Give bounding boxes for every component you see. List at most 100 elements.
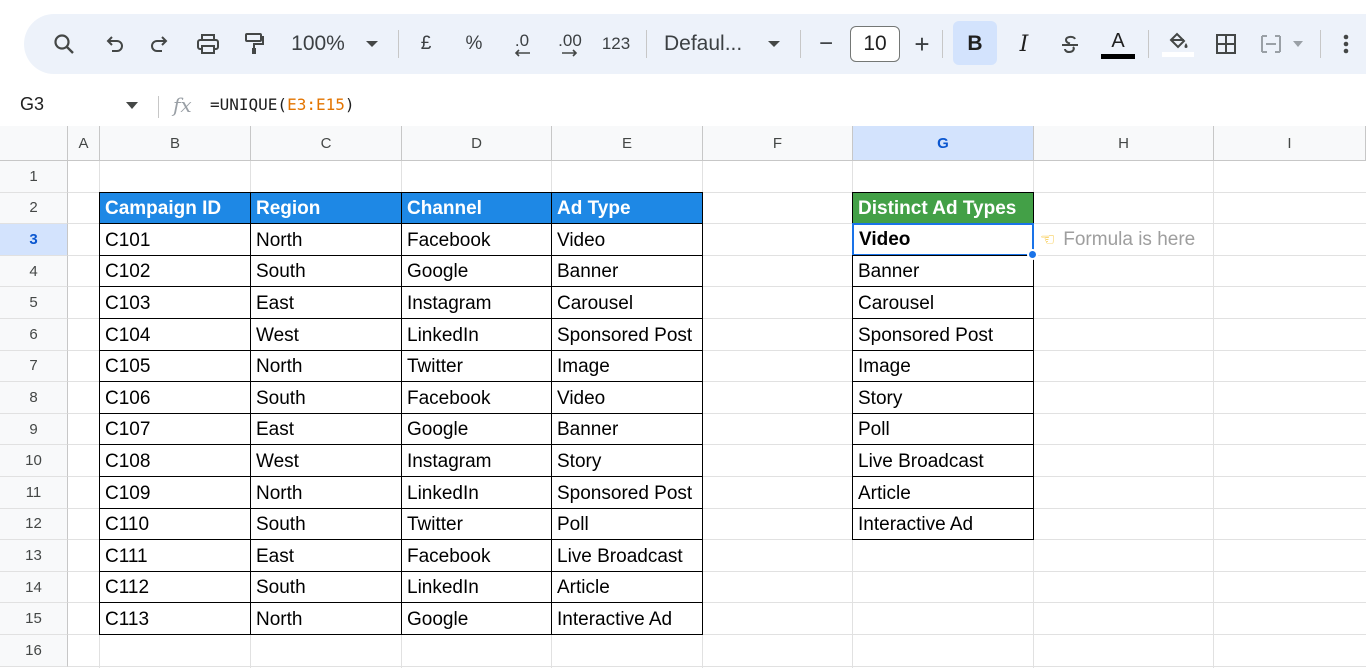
- paint-format-icon[interactable]: [236, 14, 272, 74]
- active-cell[interactable]: Video: [852, 223, 1034, 256]
- font-family-select[interactable]: Defaul...: [664, 14, 754, 74]
- table-cell[interactable]: Carousel: [551, 286, 703, 319]
- table-cell[interactable]: Google: [401, 602, 552, 635]
- italic-button[interactable]: I: [1006, 14, 1042, 74]
- table-cell[interactable]: West: [250, 318, 402, 351]
- font-size-input[interactable]: 10: [850, 26, 900, 62]
- result-cell[interactable]: Interactive Ad: [852, 507, 1034, 541]
- search-icon[interactable]: [46, 14, 82, 74]
- table-cell[interactable]: C104: [99, 318, 251, 351]
- table-cell[interactable]: Sponsored Post: [551, 318, 703, 351]
- row-header-9[interactable]: 9: [0, 413, 68, 446]
- result-cell[interactable]: Carousel: [852, 286, 1034, 319]
- column-header-f[interactable]: F: [703, 126, 853, 161]
- redo-icon[interactable]: [142, 14, 178, 74]
- result-cell[interactable]: Image: [852, 349, 1034, 383]
- table-cell[interactable]: Instagram: [401, 444, 552, 477]
- table-cell[interactable]: Twitter: [401, 507, 552, 541]
- row-header-1[interactable]: 1: [0, 161, 68, 193]
- column-header-e[interactable]: E: [552, 126, 703, 161]
- result-cell[interactable]: Sponsored Post: [852, 318, 1034, 351]
- chevron-down-icon[interactable]: [362, 14, 382, 74]
- fill-handle[interactable]: [1027, 248, 1038, 260]
- row-header-16[interactable]: 16: [0, 635, 68, 667]
- table-cell[interactable]: C107: [99, 412, 251, 446]
- table-cell[interactable]: Google: [401, 254, 552, 288]
- table-cell[interactable]: Instagram: [401, 286, 552, 319]
- table-cell[interactable]: Facebook: [401, 223, 552, 256]
- table-cell[interactable]: LinkedIn: [401, 318, 552, 351]
- row-header-3[interactable]: 3: [0, 224, 68, 256]
- result-cell[interactable]: Article: [852, 476, 1034, 509]
- row-header-12[interactable]: 12: [0, 508, 68, 541]
- table-cell[interactable]: C112: [99, 570, 251, 604]
- row-header-15[interactable]: 15: [0, 603, 68, 635]
- table-cell[interactable]: East: [250, 412, 402, 446]
- table-cell[interactable]: LinkedIn: [401, 476, 552, 509]
- more-options-icon[interactable]: [1334, 14, 1358, 74]
- row-header-6[interactable]: 6: [0, 319, 68, 351]
- table-cell[interactable]: C113: [99, 602, 251, 635]
- table-cell[interactable]: Article: [551, 570, 703, 604]
- row-header-14[interactable]: 14: [0, 571, 68, 604]
- table-cell[interactable]: Video: [551, 223, 703, 256]
- row-header-2[interactable]: 2: [0, 192, 68, 225]
- table-cell[interactable]: Sponsored Post: [551, 476, 703, 509]
- column-header-a[interactable]: A: [68, 126, 100, 161]
- column-header-g[interactable]: G: [853, 126, 1034, 161]
- strikethrough-icon[interactable]: [1052, 14, 1088, 74]
- result-cell[interactable]: Story: [852, 381, 1034, 414]
- table-cell[interactable]: Banner: [551, 254, 703, 288]
- table-cell[interactable]: C110: [99, 507, 251, 541]
- increase-decimal-button[interactable]: .00: [550, 14, 590, 74]
- table-cell[interactable]: West: [250, 444, 402, 477]
- table-cell[interactable]: Facebook: [401, 539, 552, 572]
- table-cell[interactable]: LinkedIn: [401, 570, 552, 604]
- table-cell[interactable]: Video: [551, 381, 703, 414]
- zoom-select[interactable]: 100%: [286, 14, 350, 74]
- result-cell[interactable]: Poll: [852, 412, 1034, 446]
- table-cell[interactable]: C105: [99, 349, 251, 383]
- table-cell[interactable]: C102: [99, 254, 251, 288]
- undo-icon[interactable]: [96, 14, 132, 74]
- column-header-h[interactable]: H: [1034, 126, 1214, 161]
- table-cell[interactable]: Interactive Ad: [551, 602, 703, 635]
- name-box-dropdown-icon[interactable]: [126, 102, 138, 109]
- row-header-11[interactable]: 11: [0, 477, 68, 509]
- table-cell[interactable]: East: [250, 539, 402, 572]
- increase-font-size-button[interactable]: +: [910, 14, 934, 74]
- table-cell[interactable]: Facebook: [401, 381, 552, 414]
- column-header-b[interactable]: B: [100, 126, 251, 161]
- table-cell[interactable]: South: [250, 381, 402, 414]
- table-cell[interactable]: Live Broadcast: [551, 539, 703, 572]
- table-cell[interactable]: South: [250, 570, 402, 604]
- table-cell[interactable]: North: [250, 349, 402, 383]
- text-color-button[interactable]: A: [1098, 14, 1138, 74]
- table-cell[interactable]: North: [250, 476, 402, 509]
- column-header-c[interactable]: C: [251, 126, 402, 161]
- table-cell[interactable]: Google: [401, 412, 552, 446]
- more-formats-button[interactable]: 123: [598, 14, 634, 74]
- percent-format-button[interactable]: %: [460, 14, 488, 74]
- select-all-corner[interactable]: [0, 126, 68, 161]
- row-header-5[interactable]: 5: [0, 287, 68, 319]
- table-cell[interactable]: South: [250, 507, 402, 541]
- table-cell[interactable]: Banner: [551, 412, 703, 446]
- decrease-font-size-button[interactable]: −: [814, 14, 838, 74]
- table-cell[interactable]: East: [250, 286, 402, 319]
- name-box[interactable]: G3: [20, 94, 44, 115]
- merge-cells-icon[interactable]: [1256, 14, 1310, 74]
- row-header-8[interactable]: 8: [0, 382, 68, 414]
- column-header-d[interactable]: D: [402, 126, 552, 161]
- currency-format-button[interactable]: £: [412, 14, 440, 74]
- fill-color-icon[interactable]: [1158, 14, 1198, 74]
- print-icon[interactable]: [190, 14, 226, 74]
- table-cell[interactable]: South: [250, 254, 402, 288]
- table-cell[interactable]: C109: [99, 476, 251, 509]
- table-cell[interactable]: North: [250, 602, 402, 635]
- row-header-13[interactable]: 13: [0, 540, 68, 572]
- formula-input[interactable]: =UNIQUE(E3:E15): [210, 95, 355, 114]
- table-cell[interactable]: C106: [99, 381, 251, 414]
- row-header-7[interactable]: 7: [0, 350, 68, 383]
- column-header-i[interactable]: I: [1214, 126, 1366, 161]
